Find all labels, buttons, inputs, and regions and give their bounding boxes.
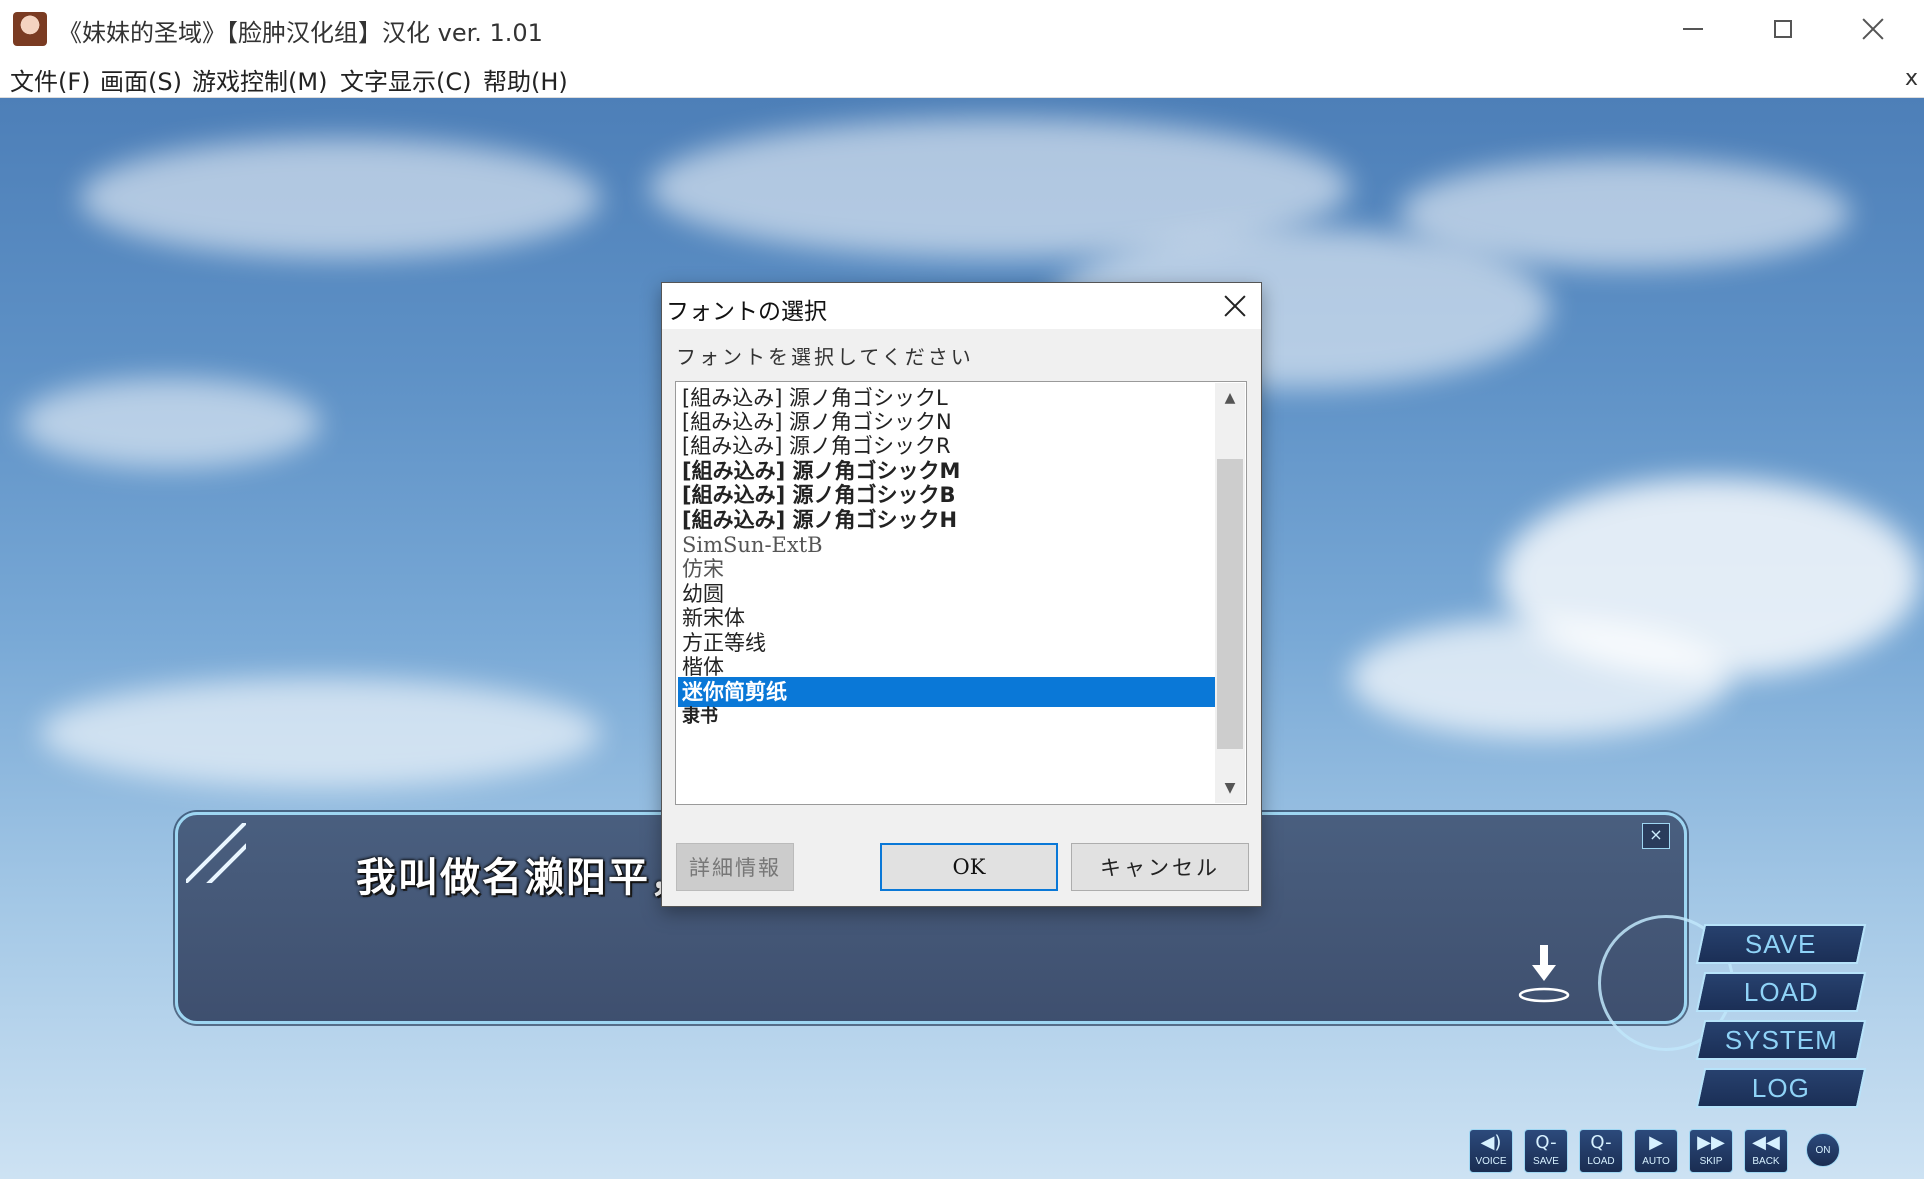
menu-screen[interactable]: 画面(S): [100, 62, 182, 97]
voice-button[interactable]: ◀) VOICE: [1469, 1129, 1513, 1173]
quick-save-button[interactable]: Q- SAVE: [1524, 1129, 1568, 1173]
scroll-up-icon[interactable]: ▲: [1215, 383, 1245, 413]
sky-cloud: [1350, 618, 1730, 738]
window-titlebar: 《妹妹的圣域》【脸肿汉化组】汉化 ver. 1.01: [0, 0, 1924, 58]
back-icon: ◀◀: [1752, 1132, 1780, 1153]
sky-cloud: [80, 138, 600, 258]
back-label: BACK: [1752, 1156, 1780, 1167]
sky-cloud: [20, 378, 320, 468]
quick-save-icon: Q-: [1535, 1132, 1557, 1153]
close-icon: [1862, 18, 1884, 40]
load-button-label: LOAD: [1743, 976, 1819, 1007]
details-button: 詳細情報: [676, 843, 794, 891]
dialog-titlebar: フォントの選択: [662, 283, 1261, 329]
skip-icon: ▶▶: [1697, 1132, 1725, 1153]
skip-label: SKIP: [1699, 1156, 1723, 1167]
scroll-down-icon[interactable]: ▼: [1215, 773, 1245, 803]
log-button-label: LOG: [1752, 1072, 1810, 1103]
load-button[interactable]: LOAD: [1695, 972, 1867, 1012]
list-scrollbar[interactable]: ▲ ▼: [1215, 383, 1245, 803]
window-title: 《妹妹的圣域》【脸肿汉化组】汉化 ver. 1.01: [58, 19, 543, 47]
sky-cloud: [40, 678, 600, 788]
auto-label: AUTO: [1642, 1156, 1670, 1167]
dialog-title: フォントの選択: [666, 299, 827, 325]
menu-game-control[interactable]: 游戏控制(M): [192, 62, 327, 97]
dialog-close-icon[interactable]: [1223, 294, 1247, 318]
toggle-on-label: ON: [1815, 1145, 1831, 1156]
maximize-icon: [1774, 20, 1792, 38]
system-button[interactable]: SYSTEM: [1695, 1020, 1867, 1060]
save-button[interactable]: SAVE: [1695, 924, 1867, 964]
voice-label: VOICE: [1475, 1156, 1507, 1167]
minimize-icon: [1683, 28, 1703, 30]
system-button-label: SYSTEM: [1724, 1024, 1838, 1055]
toggle-on-button[interactable]: ON: [1806, 1133, 1840, 1167]
minimize-button[interactable]: [1648, 0, 1738, 58]
skip-button[interactable]: ▶▶ SKIP: [1689, 1129, 1733, 1173]
message-corner-stripes: [186, 823, 246, 883]
voice-icon: ◀): [1480, 1132, 1502, 1153]
dialog-prompt: フォントを選択してください: [676, 345, 974, 369]
log-button[interactable]: LOG: [1695, 1068, 1867, 1108]
scroll-thumb[interactable]: [1217, 459, 1243, 749]
ok-button[interactable]: OK: [880, 843, 1058, 891]
menu-text-display[interactable]: 文字显示(C): [340, 62, 471, 97]
next-page-arrow-icon: [1518, 945, 1570, 1003]
quick-load-label: LOAD: [1587, 1156, 1615, 1167]
close-button[interactable]: [1828, 0, 1918, 58]
sky-cloud: [1400, 158, 1850, 268]
menu-close-button[interactable]: x: [1905, 66, 1918, 91]
font-list-item[interactable]: 隶书: [678, 702, 1218, 732]
menu-file[interactable]: 文件(F): [10, 62, 91, 97]
quick-load-button[interactable]: Q- LOAD: [1579, 1129, 1623, 1173]
auto-button[interactable]: ▶ AUTO: [1634, 1129, 1678, 1173]
auto-icon: ▶: [1649, 1132, 1663, 1153]
font-listbox[interactable]: [組み込み] 源ノ角ゴシックL [組み込み] 源ノ角ゴシックN [組み込み] 源…: [675, 381, 1247, 805]
cancel-button[interactable]: キャンセル: [1071, 843, 1249, 891]
save-button-label: SAVE: [1745, 928, 1817, 959]
maximize-button[interactable]: [1738, 0, 1828, 58]
menu-bar: 文件(F) 画面(S) 游戏控制(M) 文字显示(C) 帮助(H) x: [0, 58, 1924, 98]
font-select-dialog: フォントの選択 フォントを選択してください [組み込み] 源ノ角ゴシックL [組…: [661, 282, 1262, 907]
app-icon: [13, 12, 47, 46]
back-button[interactable]: ◀◀ BACK: [1744, 1129, 1788, 1173]
quick-save-label: SAVE: [1533, 1156, 1559, 1167]
message-close-button[interactable]: ×: [1642, 823, 1670, 849]
quick-load-icon: Q-: [1590, 1132, 1612, 1153]
menu-help[interactable]: 帮助(H): [483, 62, 568, 97]
